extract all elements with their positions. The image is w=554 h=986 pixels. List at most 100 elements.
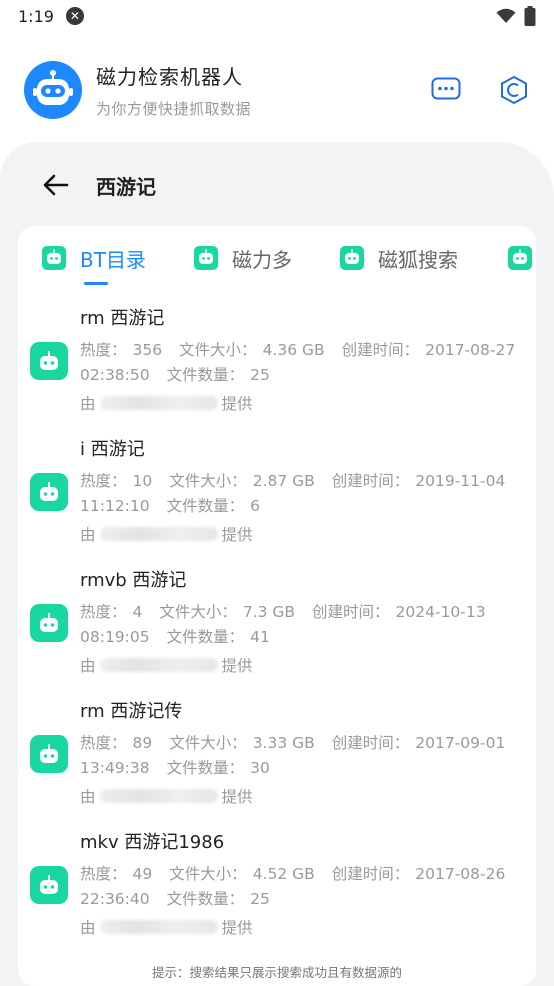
provided-label: 提供	[221, 919, 253, 937]
results-card: BT目录 磁力多 磁狐搜索 rm 西游记 热度： 356 文件大小： 4.36 …	[18, 226, 536, 986]
hexagon-close-icon	[501, 75, 527, 105]
heat-value: 4	[132, 603, 143, 621]
tab-cihu-search[interactable]: 磁狐搜索	[340, 240, 458, 300]
robot-icon	[30, 735, 68, 773]
heat-label: 热度：	[80, 341, 127, 359]
provided-label: 提供	[221, 526, 253, 544]
more-menu-button[interactable]	[430, 74, 462, 106]
close-app-button[interactable]	[498, 74, 530, 106]
count-value: 6	[250, 497, 260, 515]
result-title: rm 西游记	[80, 308, 165, 329]
page-header: 西游记	[0, 160, 554, 210]
heat-label: 热度：	[80, 603, 127, 621]
size-value: 4.36 GB	[262, 341, 325, 359]
size-value: 4.52 GB	[252, 865, 315, 883]
active-tab-indicator	[84, 282, 108, 285]
result-item[interactable]: mkv 西游记1986 热度： 49 文件大小： 4.52 GB 创建时间： 2017…	[18, 828, 536, 958]
count-value: 41	[250, 628, 270, 646]
result-title: i 西游记	[80, 439, 145, 460]
heat-value: 49	[132, 865, 153, 883]
robot-icon	[194, 246, 218, 270]
blurred-provider	[99, 789, 218, 803]
count-label: 文件数量：	[166, 890, 245, 908]
app-header: 磁力检索机器人 为你方便快捷抓取数据	[0, 40, 554, 140]
created-label: 创建时间：	[331, 734, 410, 752]
footer-tip: 提示：搜索结果只展示搜索成功且有数据源的	[151, 965, 402, 980]
heat-label: 热度：	[80, 865, 127, 883]
created-label: 创建时间：	[341, 341, 420, 359]
result-item[interactable]: rm 西游记传 热度： 89 文件大小： 3.33 GB 创建时间： 2017-09-…	[18, 697, 536, 827]
source-tabs: BT目录 磁力多 磁狐搜索	[18, 240, 536, 300]
result-item[interactable]: rmvb 西游记 热度： 4 文件大小： 7.3 GB 创建时间： 2024-10-1…	[18, 566, 536, 696]
provided-label: 提供	[221, 395, 253, 413]
by-label: 由	[80, 526, 96, 544]
count-label: 文件数量：	[166, 759, 245, 777]
count-value: 25	[250, 890, 270, 908]
provided-label: 提供	[221, 657, 253, 675]
robot-icon	[508, 246, 532, 270]
back-button[interactable]	[38, 168, 72, 202]
size-label: 文件大小：	[169, 734, 247, 752]
result-item[interactable]: rm 西游记 热度： 356 文件大小： 4.36 GB 创建时间： 2017-08-…	[18, 304, 536, 434]
result-meta: 热度： 4 文件大小： 7.3 GB 创建时间： 2024-10-13 08:19:0…	[80, 600, 520, 650]
count-label: 文件数量：	[166, 628, 245, 646]
close-notification-icon: ✕	[65, 7, 84, 25]
header-actions	[430, 74, 530, 106]
result-provider: 由 提供	[80, 654, 253, 676]
robot-logo-icon	[24, 61, 82, 119]
robot-icon	[42, 246, 66, 270]
tab-cililiduo[interactable]: 磁力多	[194, 240, 292, 300]
blurred-provider	[99, 658, 218, 672]
status-icons	[496, 6, 536, 26]
heat-value: 89	[132, 734, 153, 752]
robot-icon	[340, 246, 364, 270]
app-title: 磁力检索机器人	[96, 65, 243, 89]
result-meta: 热度： 356 文件大小： 4.36 GB 创建时间： 2017-08-27 02:3…	[80, 338, 520, 388]
count-value: 25	[250, 366, 270, 384]
by-label: 由	[80, 919, 96, 937]
result-meta: 热度： 89 文件大小： 3.33 GB 创建时间： 2017-09-01 13:49…	[80, 731, 520, 781]
size-label: 文件大小：	[159, 603, 237, 621]
result-meta: 热度： 49 文件大小： 4.52 GB 创建时间： 2017-08-26 22:36…	[80, 862, 520, 912]
tab-bt-directory[interactable]: BT目录	[42, 240, 146, 300]
tab-label: 磁狐搜索	[378, 248, 458, 272]
size-value: 7.3 GB	[242, 603, 296, 621]
result-title: rm 西游记传	[80, 701, 183, 722]
size-label: 文件大小：	[179, 341, 257, 359]
result-title: rmvb 西游记	[80, 570, 187, 591]
robot-icon	[30, 342, 68, 380]
blurred-provider	[99, 527, 218, 541]
status-bar: 1:19 ✕	[0, 0, 554, 32]
blurred-provider	[99, 920, 218, 934]
result-item[interactable]: i 西游记 热度： 10 文件大小： 2.87 GB 创建时间： 2019-11-04…	[18, 435, 536, 565]
provided-label: 提供	[221, 788, 253, 806]
created-label: 创建时间：	[331, 472, 410, 490]
arrow-left-icon	[43, 174, 69, 196]
result-provider: 由 提供	[80, 392, 253, 414]
created-label: 创建时间：	[312, 603, 390, 621]
blurred-provider	[99, 396, 218, 410]
tab-label: BT目录	[80, 248, 146, 272]
size-value: 3.33 GB	[252, 734, 315, 752]
by-label: 由	[80, 395, 96, 413]
heat-value: 10	[132, 472, 153, 490]
app-title-block: 磁力检索机器人 为你方便快捷抓取数据	[96, 61, 251, 119]
by-label: 由	[80, 657, 96, 675]
result-meta: 热度： 10 文件大小： 2.87 GB 创建时间： 2019-11-04 11:12…	[80, 469, 520, 519]
result-provider: 由 提供	[80, 785, 253, 807]
count-label: 文件数量：	[166, 366, 245, 384]
tab-label: 磁力多	[232, 248, 292, 272]
more-dots-icon	[431, 77, 461, 100]
count-label: 文件数量：	[166, 497, 245, 515]
created-label: 创建时间：	[331, 865, 410, 883]
battery-icon	[524, 6, 536, 26]
size-value: 2.87 GB	[252, 472, 315, 490]
heat-label: 热度：	[80, 472, 127, 490]
size-label: 文件大小：	[169, 865, 247, 883]
robot-icon	[30, 473, 68, 511]
page-title: 西游记	[96, 174, 156, 199]
result-title: mkv 西游记1986	[80, 832, 225, 853]
robot-icon	[30, 604, 68, 642]
tab-more[interactable]	[508, 240, 532, 300]
heat-label: 热度：	[80, 734, 127, 752]
